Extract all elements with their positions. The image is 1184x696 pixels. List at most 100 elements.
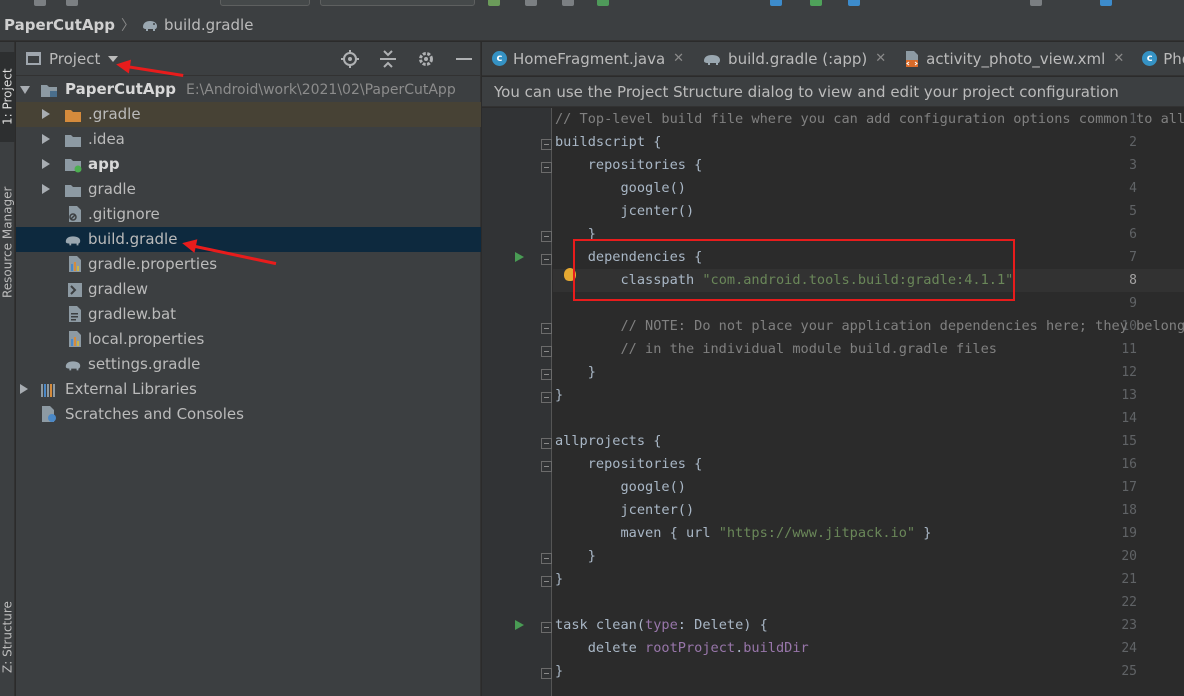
fold-marker-icon[interactable] [541, 139, 552, 150]
tab-resource-manager[interactable]: Resource Manager [0, 167, 15, 317]
code-token: google() [555, 479, 686, 495]
hide-panel-icon[interactable] [455, 50, 473, 68]
fold-marker-icon[interactable] [541, 553, 552, 564]
scratches-icon [40, 405, 58, 423]
expand-arrow-icon[interactable] [42, 184, 50, 194]
fold-marker-icon[interactable] [541, 438, 552, 449]
code-line: google() [555, 177, 685, 200]
tree-row-idea[interactable]: .idea [16, 127, 481, 152]
close-icon[interactable]: ✕ [875, 51, 886, 66]
fold-marker-icon[interactable] [541, 369, 552, 380]
fold-marker-icon[interactable] [541, 346, 552, 357]
tree-row-settings-gradle[interactable]: settings.gradle [16, 352, 481, 377]
code-line: repositories { [555, 154, 703, 177]
expand-arrow-icon[interactable] [42, 134, 50, 144]
tree-row-gradle-dir[interactable]: .gradle [16, 102, 481, 127]
project-panel: Project PaperCutApp E:\Android\work\2021\… [16, 42, 481, 696]
code-line: } [555, 361, 596, 384]
debug-icon[interactable] [597, 0, 609, 6]
main-toolbar [0, 0, 1184, 10]
navigation-bar: PaperCutApp 〉 build.gradle [0, 10, 1184, 41]
class-icon: c [492, 51, 507, 66]
tree-path: E:\Android\work\2021\02\PaperCutApp [185, 82, 456, 98]
run-gutter-icon[interactable] [515, 620, 524, 630]
breadcrumb-project[interactable]: PaperCutApp [0, 16, 115, 34]
tree-row-gradle-folder[interactable]: gradle [16, 177, 481, 202]
code-token: // Top-level build file where you can ad… [555, 111, 1184, 127]
expand-arrow-icon[interactable] [20, 86, 30, 94]
code-token: jcenter() [555, 203, 695, 219]
code-token: jcenter() [555, 502, 695, 518]
tab-label: HomeFragment.java [513, 49, 666, 68]
toolbar-icon[interactable] [848, 0, 860, 6]
libraries-icon [40, 381, 58, 399]
fold-marker-icon[interactable] [541, 576, 552, 587]
tree-row-local-properties[interactable]: local.properties [16, 327, 481, 352]
gradle-elephant-icon [142, 21, 157, 31]
tab-activity-photo-view[interactable]: activity_photo_view.xml ✕ [894, 42, 1132, 75]
toolbar-icon[interactable] [66, 0, 78, 6]
run-config-selector[interactable] [220, 0, 310, 6]
tree-label: Scratches and Consoles [65, 405, 244, 423]
tree-row-root[interactable]: PaperCutApp E:\Android\work\2021\02\Paper… [16, 77, 481, 102]
tab-label: build.gradle (:app) [728, 49, 868, 68]
close-icon[interactable]: ✕ [1113, 51, 1124, 66]
tree-row-gradlew-bat[interactable]: gradlew.bat [16, 302, 481, 327]
tree-row-gradlew[interactable]: gradlew [16, 277, 481, 302]
tree-row-gitignore[interactable]: .gitignore [16, 202, 481, 227]
tree-label: build.gradle [88, 230, 178, 248]
fold-marker-icon[interactable] [541, 461, 552, 472]
fold-marker-icon[interactable] [541, 392, 552, 403]
expand-arrow-icon[interactable] [20, 384, 28, 394]
code-token: } [555, 548, 596, 564]
code-content[interactable]: // Top-level build file where you can ad… [555, 108, 1184, 696]
toolbar-icon[interactable] [562, 0, 574, 6]
collapse-all-icon[interactable] [379, 50, 397, 68]
close-icon[interactable]: ✕ [673, 51, 684, 66]
project-view-selector[interactable]: Project [26, 50, 119, 68]
project-structure-banner[interactable]: You can use the Project Structure dialog… [482, 77, 1184, 107]
code-line: allprojects { [555, 430, 661, 453]
fold-marker-icon[interactable] [541, 162, 552, 173]
toolbar-icon[interactable] [525, 0, 537, 6]
tree-row-external-libraries[interactable]: External Libraries [16, 377, 481, 402]
expand-arrow-icon[interactable] [42, 159, 50, 169]
expand-arrow-icon[interactable] [42, 109, 50, 119]
fold-marker-icon[interactable] [541, 622, 552, 633]
tab-build-gradle-app[interactable]: build.gradle (:app) ✕ [692, 42, 894, 75]
toolbar-icon[interactable] [1100, 0, 1112, 6]
tab-project-tool[interactable]: 1: Project [0, 52, 15, 142]
fold-marker-icon[interactable] [541, 254, 552, 265]
breadcrumb-file[interactable]: build.gradle [164, 16, 253, 34]
device-selector[interactable] [320, 0, 475, 6]
run-icon[interactable] [488, 0, 500, 6]
fold-marker-icon[interactable] [541, 668, 552, 679]
tree-label: gradlew [88, 280, 149, 298]
tree-row-build-gradle[interactable]: build.gradle [16, 227, 481, 252]
locate-icon[interactable] [341, 50, 359, 68]
code-token: type [645, 617, 678, 633]
code-line: } [555, 384, 563, 407]
toolbar-icon[interactable] [810, 0, 822, 6]
code-token: // in the individual module build.gradle… [555, 341, 997, 357]
tab-structure[interactable]: Z: Structure [0, 587, 15, 687]
code-line: repositories { [555, 453, 703, 476]
tab-photo-view[interactable]: c PhotoView [1132, 42, 1184, 75]
fold-marker-icon[interactable] [541, 323, 552, 334]
fold-marker-icon[interactable] [541, 231, 552, 242]
run-gutter-icon[interactable] [515, 252, 524, 262]
tree-label: .idea [88, 130, 125, 148]
tree-label: PaperCutApp [65, 80, 176, 98]
toolbar-icon[interactable] [770, 0, 782, 6]
toolbar-icon[interactable] [34, 0, 46, 6]
toolbar-icon[interactable] [1030, 0, 1042, 6]
code-line: } [555, 545, 596, 568]
window-icon [26, 52, 41, 65]
tree-label: gradlew.bat [88, 305, 177, 323]
tree-label: .gradle [88, 105, 141, 123]
tab-home-fragment[interactable]: c HomeFragment.java ✕ [482, 42, 692, 75]
tree-row-app[interactable]: app [16, 152, 481, 177]
code-line: // NOTE: Do not place your application d… [555, 315, 1184, 338]
gear-icon[interactable] [417, 50, 435, 68]
tree-row-scratches[interactable]: Scratches and Consoles [16, 402, 481, 427]
